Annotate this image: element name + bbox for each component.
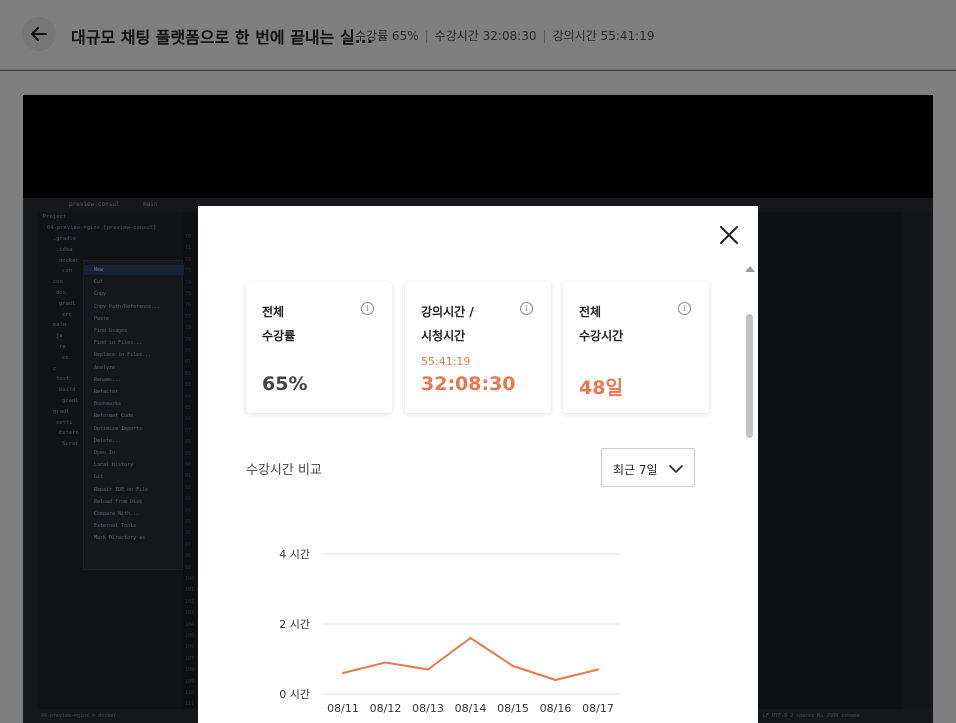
- card-total-watch-days: 전체 수강시간 i 48일: [563, 282, 709, 413]
- chart-y-tick-label: 2 시간: [279, 618, 310, 631]
- card-label-1: 전체: [262, 305, 285, 319]
- stats-modal: 전체 수강률 i 65% 강의시간 / 시청시간 i 55:41:19 32:0…: [198, 206, 758, 723]
- card-label-2: 시청시간: [421, 329, 466, 343]
- chart-point: [554, 679, 557, 681]
- card-label-1: 강의시간 /: [421, 305, 474, 319]
- card-value: 32:08:30: [421, 373, 516, 395]
- info-icon[interactable]: i: [361, 302, 374, 315]
- chevron-down-icon: [669, 465, 683, 473]
- card-label-2: 수강률: [262, 329, 296, 343]
- close-button[interactable]: [716, 222, 742, 248]
- section-title: 수강시간 비교: [246, 463, 322, 478]
- card-value: 65%: [262, 373, 308, 395]
- chart-x-tick-label: 08/14: [455, 702, 487, 715]
- chart-point: [427, 668, 429, 671]
- chart-x-tick-label: 08/11: [327, 702, 359, 715]
- chart-series-line: [342, 637, 599, 681]
- chart-point: [342, 672, 344, 674]
- scroll-thumb[interactable]: [746, 314, 753, 438]
- card-lecture-watch-time: 강의시간 / 시청시간 i 55:41:19 32:08:30: [405, 282, 551, 413]
- modal-scrollbar[interactable]: [744, 264, 755, 723]
- info-icon[interactable]: i: [678, 302, 691, 315]
- chart-point: [469, 637, 472, 639]
- card-label-2: 수강시간: [579, 329, 624, 343]
- card-total-progress: 전체 수강률 i 65%: [246, 282, 392, 413]
- info-icon[interactable]: i: [520, 302, 533, 315]
- chart-x-tick-label: 08/16: [540, 702, 572, 715]
- chart-x-tick-label: 08/17: [582, 702, 614, 715]
- card-label-1: 전체: [579, 305, 602, 319]
- chart-x-tick-label: 08/13: [412, 702, 444, 715]
- scroll-up-arrow-icon[interactable]: [745, 266, 755, 272]
- chart-point: [384, 661, 387, 664]
- period-select-value: 최근 7일: [613, 463, 658, 477]
- close-icon: [720, 226, 738, 244]
- chart-x-tick-label: 08/15: [497, 702, 529, 715]
- chart-point: [597, 668, 599, 671]
- period-select[interactable]: 최근 7일: [601, 448, 695, 487]
- card-lecture-time: 55:41:19: [421, 355, 471, 368]
- chart-x-tick-label: 08/12: [370, 702, 402, 715]
- card-value: 48일: [579, 377, 623, 399]
- chart-point: [512, 665, 514, 667]
- chart-y-tick-label: 0 시간: [279, 688, 310, 701]
- chart-y-tick-label: 4 시간: [279, 548, 310, 561]
- watch-time-chart: 0 시간 2 시간 4 시간 08/11 08/12 08/13 08/14 08/15 08/…: [279, 548, 620, 715]
